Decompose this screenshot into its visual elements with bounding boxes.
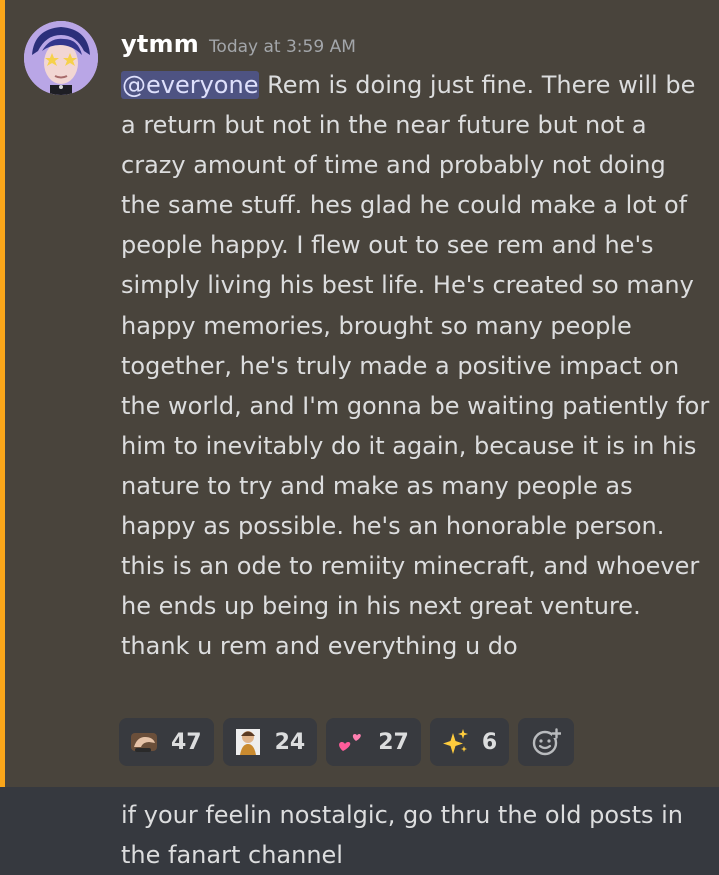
add-reaction-button[interactable] — [518, 718, 575, 766]
mention-everyone[interactable]: @everyone — [121, 71, 260, 99]
two-hearts-icon — [336, 727, 366, 757]
reaction-hand[interactable]: 47 — [119, 718, 214, 766]
reaction-count: 24 — [274, 729, 306, 755]
avatar[interactable] — [24, 21, 98, 95]
reaction-count: 6 — [481, 729, 498, 755]
message-body: Rem is doing just fine. There will be a … — [121, 71, 710, 661]
message-header: ytmm Today at 3:59 AM — [121, 30, 356, 58]
next-message-content: if your feelin nostalgic, go thru the ol… — [121, 801, 683, 869]
username[interactable]: ytmm — [121, 30, 199, 58]
reaction-sparkles[interactable]: 6 — [429, 718, 510, 766]
reaction-person[interactable]: 24 — [222, 718, 318, 766]
mention-indicator-bar — [0, 0, 5, 787]
custom-emoji-hand-icon — [129, 727, 159, 757]
reactions-bar: 47 24 27 6 — [119, 718, 575, 766]
reaction-count: 27 — [378, 729, 409, 755]
timestamp[interactable]: Today at 3:59 AM — [209, 37, 356, 57]
avatar-image-icon — [24, 21, 98, 95]
add-reaction-icon — [531, 727, 562, 757]
reaction-count: 47 — [171, 729, 202, 755]
message-content: @everyone Rem is doing just fine. There … — [121, 65, 711, 666]
reaction-two-hearts[interactable]: 27 — [326, 718, 421, 766]
custom-emoji-person-icon — [233, 727, 263, 757]
sparkles-icon — [440, 727, 470, 757]
